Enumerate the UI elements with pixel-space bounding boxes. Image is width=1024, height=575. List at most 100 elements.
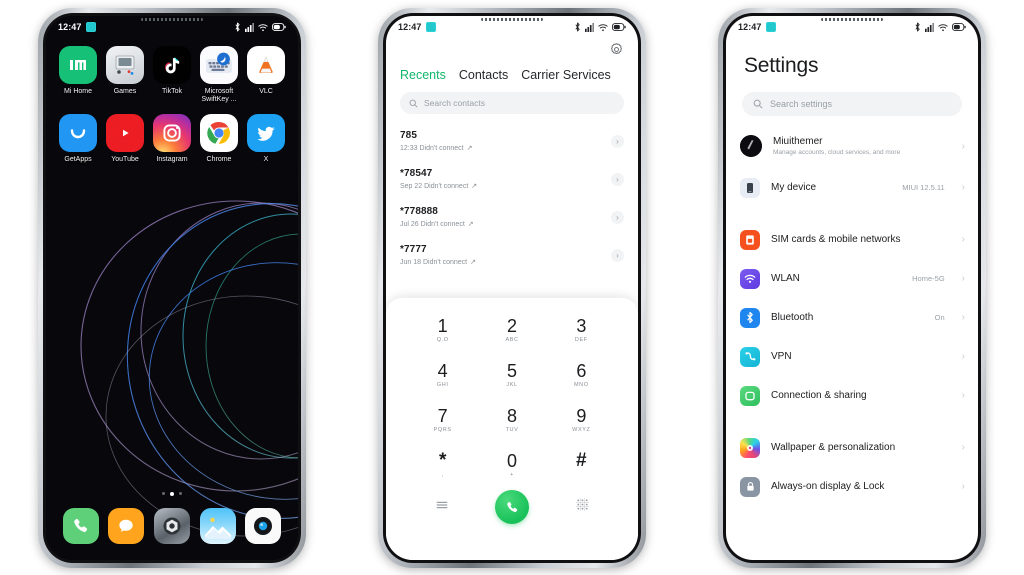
device-label: My device: [771, 182, 817, 193]
phone2-screen: 12:47 Recents Contacts Carrier Services …: [386, 16, 638, 560]
key-number: 9: [576, 406, 587, 426]
settings-row-account[interactable]: Miuithemer Manage accounts, cloud servic…: [726, 124, 978, 168]
wifi-icon: [598, 23, 608, 32]
call-details-button[interactable]: ›: [611, 172, 624, 186]
settings-row-bluetooth[interactable]: Bluetooth On ›: [726, 298, 978, 337]
settings-list[interactable]: Miuithemer Manage accounts, cloud servic…: [726, 124, 978, 560]
app-mi-home[interactable]: Mi Home: [56, 46, 100, 104]
app-tiktok[interactable]: TikTok: [150, 46, 194, 104]
app-getapps[interactable]: GetApps: [56, 114, 100, 164]
camera-icon[interactable]: [245, 508, 282, 544]
page-dot[interactable]: [162, 492, 165, 495]
dialpad-key-4[interactable]: 4 GHI: [408, 353, 477, 398]
table-row[interactable]: 785 12:33 Didn't connect ↗ ›: [386, 122, 638, 160]
app-row-1: Mi Home Games TikTok Microsoft SwiftKey …: [56, 46, 288, 104]
home-dock: [46, 508, 298, 544]
dialpad-key-star[interactable]: *,: [408, 443, 477, 488]
dialpad-key-5[interactable]: 5 JKL: [477, 353, 546, 398]
table-row[interactable]: *778888 Jul 26 Didn't connect ↗ ›: [386, 198, 638, 236]
battery-icon: [272, 23, 286, 31]
settings-row-wallpaper[interactable]: Wallpaper & personalization ›: [726, 428, 978, 467]
call-detail: Sep 22 Didn't connect ↗: [400, 182, 611, 191]
key-number: 0: [506, 451, 517, 471]
dialpad-key-8[interactable]: 8 TUV: [477, 398, 546, 443]
call-handset-button[interactable]: [495, 490, 530, 524]
settings-row-my-device[interactable]: My device MIUI 12.5.11 ›: [726, 168, 978, 207]
app-vlc[interactable]: VLC: [244, 46, 288, 104]
dialpad-sheet: 1 Q.O 2 ABC 3 DEF 4 GHI 5 JKL 6 MNO 7 PQRS 8 TUV…: [386, 298, 638, 560]
dialpad-key-0[interactable]: 0 +: [477, 443, 546, 488]
section-divider: [726, 415, 978, 428]
dialpad-key-hash[interactable]: #: [547, 443, 616, 488]
settings-row-connection-sharing[interactable]: Connection & sharing ›: [726, 376, 978, 415]
account-desc: Manage accounts, cloud services, and mor…: [773, 148, 901, 156]
app-youtube[interactable]: YouTube: [103, 114, 147, 164]
signal-icon: [245, 22, 254, 32]
phone1-bezel: 12:47 Mi Home Games TikTok Microsoft Swi…: [43, 13, 301, 563]
row-text: VPN: [771, 351, 934, 362]
page-title: Settings: [744, 54, 819, 77]
key-number: 3: [576, 316, 587, 336]
call-details-button[interactable]: ›: [611, 210, 624, 224]
settings-row-sim-cards[interactable]: SIM cards & mobile networks ›: [726, 220, 978, 259]
table-row[interactable]: *78547 Sep 22 Didn't connect ↗ ›: [386, 160, 638, 198]
app-games[interactable]: Games: [103, 46, 147, 104]
chevron-right-icon: ›: [961, 234, 965, 245]
instagram-icon: [153, 114, 191, 152]
dialpad-key-6[interactable]: 6 MNO: [547, 353, 616, 398]
settings-row-wlan[interactable]: WLAN Home-5G ›: [726, 259, 978, 298]
dialpad-key-1[interactable]: 1 Q.O: [408, 308, 477, 353]
call-detail-text: Sep 22 Didn't connect: [400, 182, 469, 190]
app-microsoft-swiftkey[interactable]: Microsoft SwiftKey ...: [197, 46, 241, 104]
page-dot[interactable]: [179, 492, 182, 495]
tab-contacts[interactable]: Contacts: [459, 68, 508, 82]
search-placeholder: Search contacts: [424, 98, 485, 108]
earpiece-speaker: [821, 18, 883, 21]
settings-icon[interactable]: [153, 508, 190, 544]
search-contacts-input[interactable]: Search contacts: [400, 92, 624, 114]
row-text: Wallpaper & personalization: [771, 442, 934, 453]
app-label: Microsoft SwiftKey ...: [201, 88, 237, 103]
status-left: 12:47: [398, 22, 436, 32]
app-chrome[interactable]: Chrome: [197, 114, 241, 164]
dialpad-key-2[interactable]: 2 ABC: [477, 308, 546, 353]
app-label: VLC: [259, 88, 273, 95]
messages-icon[interactable]: [108, 508, 145, 544]
app-instagram[interactable]: Instagram: [150, 114, 194, 164]
dialpad-key-7[interactable]: 7 PQRS: [408, 398, 477, 443]
tab-recents[interactable]: Recents: [400, 68, 446, 82]
chevron-right-icon: ›: [961, 390, 965, 401]
app-label: Games: [113, 88, 137, 95]
table-row[interactable]: *7777 Jun 18 Didn't connect ↗ ›: [386, 236, 638, 274]
settings-row-always-on-display[interactable]: Always-on display & Lock ›: [726, 467, 978, 506]
mi-home-icon: [59, 46, 97, 84]
phone-icon[interactable]: [62, 508, 99, 544]
dialer-settings-button[interactable]: [609, 42, 624, 62]
vpn-icon: [740, 346, 760, 367]
keypad-grid-icon[interactable]: [575, 498, 589, 516]
dialpad-key-3[interactable]: 3 DEF: [547, 308, 616, 353]
chrome-icon: [200, 114, 238, 152]
tab-carrier-services[interactable]: Carrier Services: [521, 68, 611, 82]
device-text: My device: [771, 182, 891, 193]
row-value: Home-5G: [912, 274, 945, 283]
dialpad-key-9[interactable]: 9 WXYZ: [547, 398, 616, 443]
search-settings-input[interactable]: Search settings: [742, 92, 962, 116]
app-label: Instagram: [156, 156, 188, 163]
status-indicator-icon: [765, 22, 776, 32]
phone1-screen: 12:47 Mi Home Games TikTok Microsoft Swi…: [46, 16, 298, 560]
call-details-button[interactable]: ›: [611, 248, 624, 262]
app-x-twitter[interactable]: X: [244, 114, 288, 164]
gallery-icon[interactable]: [199, 508, 236, 544]
settings-row-vpn[interactable]: VPN ›: [726, 337, 978, 376]
call-detail: 12:33 Didn't connect ↗: [400, 144, 611, 153]
dialer-app: 12:47 Recents Contacts Carrier Services …: [386, 16, 638, 560]
row-text: Connection & sharing: [771, 390, 934, 401]
bluetooth-icon: [234, 22, 241, 32]
page-dot-active[interactable]: [170, 492, 174, 496]
signal-icon: [585, 22, 594, 32]
status-indicator-icon: [425, 22, 436, 32]
outgoing-arrow-icon: ↗: [466, 145, 473, 152]
hamburger-menu-icon[interactable]: [435, 498, 449, 517]
call-details-button[interactable]: ›: [611, 134, 624, 148]
